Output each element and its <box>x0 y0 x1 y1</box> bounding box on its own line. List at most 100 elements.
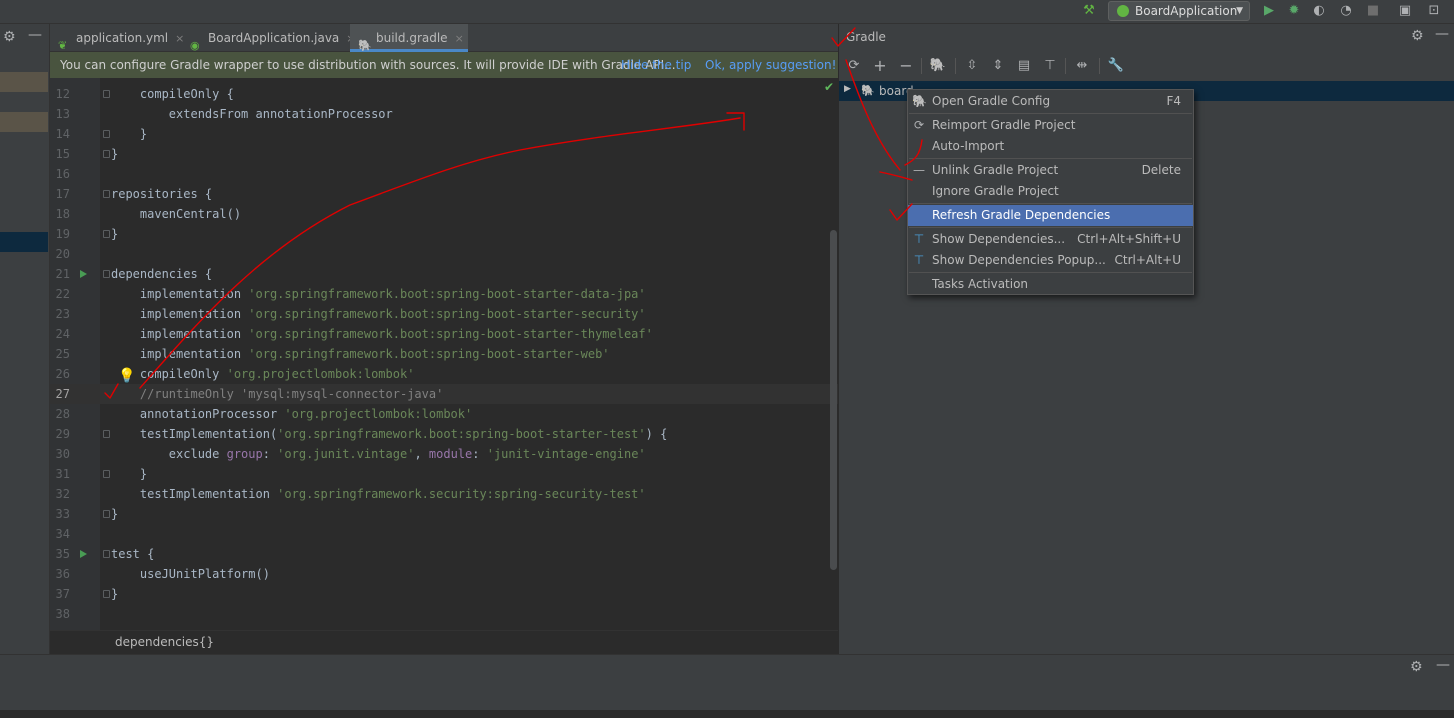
collapse-all-icon[interactable]: ⇕ <box>989 57 1007 75</box>
code-line[interactable]: 34 <box>50 524 838 544</box>
show-dependencies-icon[interactable]: ⊤ <box>1041 57 1059 75</box>
tab-build-gradle[interactable]: 🐘 build.gradle × <box>350 24 468 52</box>
code-line[interactable]: 24 implementation 'org.springframework.b… <box>50 324 838 344</box>
hide-tip-link[interactable]: Hide the tip <box>621 52 691 78</box>
build-hammer-icon[interactable]: ⚒ <box>1080 2 1098 20</box>
line-number: 25 <box>55 347 70 361</box>
fold-marker-icon[interactable] <box>103 270 110 278</box>
code-token: 'org.projectlombok:lombok' <box>284 407 473 421</box>
code-line[interactable]: 16 <box>50 164 838 184</box>
code-line[interactable]: 23 implementation 'org.springframework.b… <box>50 304 838 324</box>
gear-icon[interactable]: ⚙ <box>1411 28 1424 44</box>
minimize-icon[interactable]: — <box>1436 657 1450 673</box>
fold-marker-icon[interactable] <box>103 190 110 198</box>
code-line[interactable]: 22 implementation 'org.springframework.b… <box>50 284 838 304</box>
code-line[interactable]: 30 exclude group: 'org.junit.vintage', m… <box>50 444 838 464</box>
run-configuration-select[interactable]: BoardApplication ▼ <box>1108 1 1250 21</box>
coverage-icon[interactable]: ◐ <box>1310 2 1328 20</box>
code-line[interactable]: 35 test { <box>50 544 838 564</box>
code-token: implementation <box>111 347 249 361</box>
menu-item-refresh-gradle-dependencies[interactable]: Refresh Gradle Dependencies <box>908 205 1193 226</box>
spring-app-icon <box>1117 5 1129 17</box>
code-line[interactable]: 12 compileOnly { <box>50 84 838 104</box>
code-text: } <box>111 224 118 244</box>
editor-scrollbar[interactable] <box>830 230 837 570</box>
menu-item-tasks-activation[interactable]: Tasks Activation <box>908 274 1193 295</box>
code-line[interactable]: 32 testImplementation 'org.springframewo… <box>50 484 838 504</box>
fold-marker-icon[interactable] <box>103 150 110 158</box>
expand-all-icon[interactable]: ⇳ <box>963 57 981 75</box>
code-token: } <box>111 467 148 481</box>
stop-icon[interactable]: ■ <box>1364 2 1382 20</box>
fold-marker-icon[interactable] <box>103 230 110 238</box>
run-gutter-icon[interactable] <box>80 270 87 278</box>
code-line[interactable]: 17 repositories { <box>50 184 838 204</box>
code-line[interactable]: 13 extendsFrom annotationProcessor <box>50 104 838 124</box>
menu-item-reimport-gradle-project[interactable]: ⟳ Reimport Gradle Project <box>908 115 1193 136</box>
code-line[interactable]: 26 compileOnly 'org.projectlombok:lombok… <box>50 364 838 384</box>
line-number: 13 <box>55 107 70 121</box>
code-token: 'junit-vintage-engine' <box>486 447 646 461</box>
run-gutter-icon[interactable] <box>80 550 87 558</box>
breadcrumb[interactable]: dependencies{} <box>115 635 214 649</box>
code-line[interactable]: 20 <box>50 244 838 264</box>
group-modules-icon[interactable]: ▤ <box>1015 57 1033 75</box>
tab-boardapplication-java[interactable]: ◉ BoardApplication.java× <box>182 24 356 52</box>
gear-icon[interactable]: ⚙ <box>1410 659 1423 675</box>
wrench-icon[interactable]: 🔧 <box>1107 57 1125 75</box>
tab-application-yml[interactable]: ❦ application.yml × <box>50 24 184 52</box>
code-line[interactable]: 38 <box>50 604 838 624</box>
code-line[interactable]: 37} <box>50 584 838 604</box>
code-line[interactable]: 31 } <box>50 464 838 484</box>
menu-item-show-dependencies-popup[interactable]: ⊤ Show Dependencies Popup... Ctrl+Alt+U <box>908 250 1193 271</box>
code-editor[interactable]: 12 compileOnly {13 extendsFrom annotatio… <box>50 78 838 630</box>
notification-text: You can configure Gradle wrapper to use … <box>60 58 676 72</box>
code-line[interactable]: 36 useJUnitPlatform() <box>50 564 838 584</box>
fold-marker-icon[interactable] <box>103 550 110 558</box>
fold-marker-icon[interactable] <box>103 430 110 438</box>
gear-icon[interactable]: ⚙ <box>3 29 16 45</box>
profile-icon[interactable]: ◔ <box>1337 2 1355 20</box>
refresh-icon[interactable]: ⟳ <box>845 57 863 75</box>
apply-suggestion-link[interactable]: Ok, apply suggestion! <box>705 52 836 78</box>
menu-item-auto-import[interactable]: Auto-Import <box>908 136 1193 157</box>
inspection-ok-icon[interactable]: ✔ <box>824 80 834 94</box>
close-icon[interactable]: × <box>455 32 464 45</box>
code-line[interactable]: 15} <box>50 144 838 164</box>
fold-marker-icon[interactable] <box>103 470 110 478</box>
menu-item-unlink-gradle-project[interactable]: — Unlink Gradle Project Delete <box>908 160 1193 181</box>
search-everywhere-icon[interactable]: ⊡ <box>1425 2 1443 20</box>
code-token: test { <box>111 547 155 561</box>
lightbulb-icon[interactable]: 💡 <box>118 368 135 384</box>
debug-icon[interactable]: ✹ <box>1285 2 1303 20</box>
project-tree-selection <box>0 232 48 252</box>
code-line[interactable]: 29 testImplementation('org.springframewo… <box>50 424 838 444</box>
project-structure-icon[interactable]: ▣ <box>1396 2 1414 20</box>
minimize-icon[interactable]: — <box>1435 26 1449 42</box>
remove-icon[interactable]: − <box>897 57 915 75</box>
expand-arrow-icon[interactable]: ▶ <box>844 84 851 94</box>
code-line[interactable]: 18 mavenCentral() <box>50 204 838 224</box>
code-line[interactable]: 21 dependencies { <box>50 264 838 284</box>
fold-marker-icon[interactable] <box>103 130 110 138</box>
code-line[interactable]: 27 //runtimeOnly 'mysql:mysql-connector-… <box>50 384 838 404</box>
menu-item-show-dependencies[interactable]: ⊤ Show Dependencies... Ctrl+Alt+Shift+U <box>908 229 1193 250</box>
menu-item-open-gradle-config[interactable]: 🐘 Open Gradle Config F4 <box>908 91 1193 112</box>
toggle-offline-icon[interactable]: ⇹ <box>1073 57 1091 75</box>
menu-item-ignore-gradle-project[interactable]: Ignore Gradle Project <box>908 181 1193 202</box>
fold-marker-icon[interactable] <box>103 510 110 518</box>
fold-marker-icon[interactable] <box>103 590 110 598</box>
code-line[interactable]: 19} <box>50 224 838 244</box>
code-line[interactable]: 33} <box>50 504 838 524</box>
code-token: module <box>428 447 473 461</box>
code-line[interactable]: 28 annotationProcessor 'org.projectlombo… <box>50 404 838 424</box>
run-icon[interactable]: ▶ <box>1260 2 1278 20</box>
code-token: 'org.springframework.boot:spring-boot-st… <box>248 327 653 341</box>
fold-marker-icon[interactable] <box>103 90 110 98</box>
add-icon[interactable]: + <box>871 57 889 75</box>
code-line[interactable]: 25 implementation 'org.springframework.b… <box>50 344 838 364</box>
minimize-icon[interactable]: — <box>28 27 42 43</box>
gradle-elephant-icon[interactable]: 🐘 <box>929 57 947 75</box>
code-text: compileOnly { <box>111 84 234 104</box>
code-line[interactable]: 14 } <box>50 124 838 144</box>
